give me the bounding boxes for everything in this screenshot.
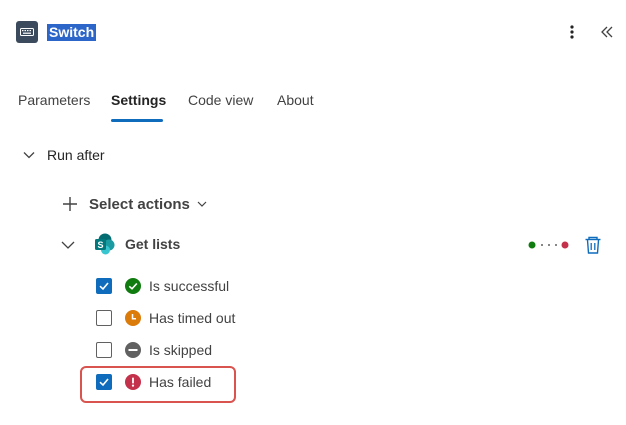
tab-settings[interactable]: Settings (111, 92, 166, 108)
tab-bar: Parameters Settings Code view About (0, 86, 626, 122)
tab-about[interactable]: About (277, 92, 314, 108)
checkmark-icon (99, 282, 109, 291)
chevron-down-icon[interactable] (60, 237, 76, 253)
run-after-action-row: S Get lists (60, 233, 610, 257)
action-name: Get lists (125, 236, 181, 252)
condition-has-timed-out[interactable]: Has timed out (96, 307, 296, 329)
collapse-panel-button[interactable] (597, 22, 617, 42)
is-skipped-checkbox[interactable] (96, 342, 112, 358)
is-successful-checkbox[interactable] (96, 278, 112, 294)
condition-label: Is successful (149, 278, 230, 294)
callout-highlight-box (80, 366, 236, 403)
panel-header: Switch (0, 0, 626, 64)
tab-parameters[interactable]: Parameters (18, 92, 90, 108)
select-actions-dropdown[interactable]: Select actions (61, 192, 208, 216)
plus-icon (63, 197, 77, 211)
run-after-status-indicator (528, 241, 569, 249)
run-after-label: Run after (47, 147, 105, 163)
double-chevron-left-icon (601, 26, 613, 38)
action-title[interactable]: Switch (47, 24, 97, 41)
more-vertical-icon (570, 25, 574, 39)
clock-icon (125, 310, 141, 326)
chevron-down-icon (197, 201, 207, 207)
success-icon (125, 278, 141, 294)
svg-text:S: S (97, 240, 103, 250)
condition-label: Has timed out (149, 310, 236, 326)
skipped-icon (125, 342, 141, 358)
sharepoint-icon: S (95, 233, 115, 255)
keyboard-icon (16, 21, 38, 43)
active-tab-indicator (111, 119, 163, 122)
condition-is-skipped[interactable]: Is skipped (96, 339, 296, 361)
chevron-down-icon (23, 152, 35, 159)
select-actions-label: Select actions (89, 195, 190, 213)
has-timed-out-checkbox[interactable] (96, 310, 112, 326)
run-after-toggle[interactable]: Run after (22, 144, 105, 166)
condition-label: Is skipped (149, 342, 213, 358)
more-options-button[interactable] (562, 22, 582, 42)
condition-is-successful[interactable]: Is successful (96, 275, 296, 297)
tab-code-view[interactable]: Code view (188, 92, 253, 108)
delete-icon[interactable] (582, 234, 604, 256)
